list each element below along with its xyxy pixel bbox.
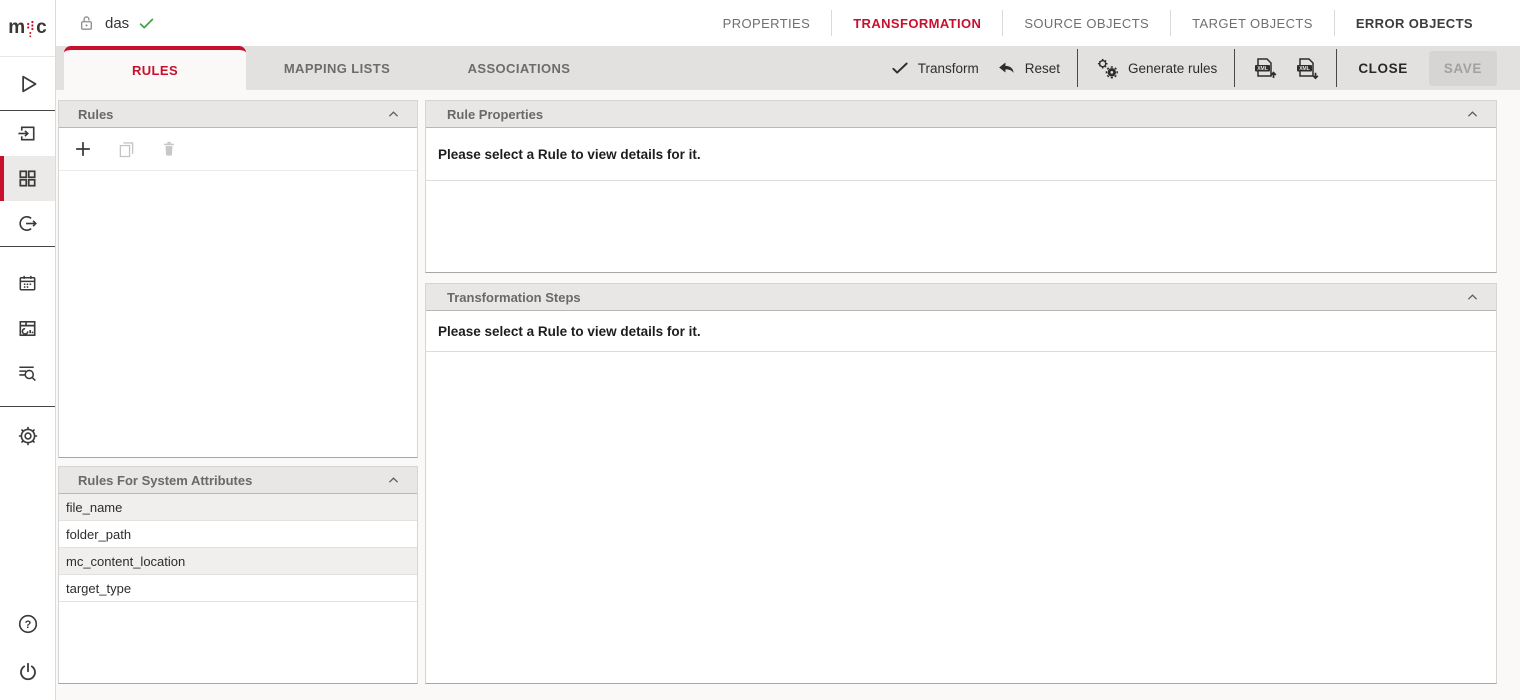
tab-associations[interactable]: ASSOCIATIONS [428, 46, 610, 90]
collapse-chevron-icon[interactable] [1465, 107, 1480, 122]
reset-label: Reset [1025, 61, 1060, 76]
rule-properties-header: Rule Properties [426, 101, 1496, 128]
tab-mapping-lists[interactable]: MAPPING LISTS [246, 46, 428, 90]
svg-text:XML: XML [1300, 66, 1311, 72]
transform-button[interactable]: Transform [890, 58, 979, 78]
system-attributes-title: Rules For System Attributes [78, 473, 252, 488]
import-xml-button[interactable]: XML [1252, 56, 1277, 80]
transformation-steps-title: Transformation Steps [447, 290, 581, 305]
toolbar: Transform Reset Generate rules XML XML C… [890, 46, 1520, 90]
xml-upload-icon: XML [1252, 56, 1277, 80]
rules-panel-title: Rules [78, 107, 113, 122]
logo-dots-icon [26, 17, 35, 39]
tab-transformation[interactable]: TRANSFORMATION [831, 10, 1002, 36]
svg-text:?: ? [24, 619, 31, 631]
tab-properties[interactable]: PROPERTIES [702, 10, 832, 36]
sidebar-item-overview[interactable] [0, 156, 55, 201]
export-xml-button[interactable]: XML [1294, 56, 1319, 80]
lock-icon [76, 13, 97, 34]
gear-icon [16, 424, 40, 448]
dashboard-icon [16, 317, 39, 340]
toolbar-divider [1336, 49, 1337, 87]
toolbar-row: RULES MAPPING LISTS ASSOCIATIONS Transfo… [56, 46, 1520, 90]
app-logo: m c [0, 0, 55, 57]
rules-actions-toolbar [59, 128, 417, 171]
sign-out-icon [16, 212, 39, 235]
toolbar-divider [1077, 49, 1078, 87]
save-button[interactable]: SAVE [1429, 51, 1497, 86]
help-icon: ? [16, 612, 40, 636]
generate-rules-button[interactable]: Generate rules [1095, 57, 1217, 80]
list-item[interactable]: folder_path [59, 521, 417, 548]
generate-rules-label: Generate rules [1128, 61, 1217, 76]
calendar-icon [16, 272, 39, 295]
grid-icon [16, 167, 39, 190]
undo-arrow-icon [996, 58, 1017, 79]
valid-check-icon [137, 14, 156, 33]
list-item[interactable]: mc_content_location [59, 548, 417, 575]
collapse-chevron-icon[interactable] [386, 473, 401, 488]
sign-in-icon [16, 122, 39, 145]
system-attributes-list: file_name folder_path mc_content_locatio… [59, 494, 417, 602]
delete-rule-button[interactable] [155, 135, 183, 163]
transformation-steps-panel: Transformation Steps Please select a Rul… [425, 283, 1497, 684]
system-attributes-header: Rules For System Attributes [59, 467, 417, 494]
tab-rules[interactable]: RULES [64, 46, 246, 90]
transformation-steps-empty-message: Please select a Rule to view details for… [426, 311, 1496, 352]
sidebar-item-scheduler[interactable] [0, 261, 55, 306]
list-item[interactable]: file_name [59, 494, 417, 521]
svg-text:XML: XML [1258, 66, 1269, 72]
sidebar-item-logs[interactable] [0, 351, 55, 396]
logo-letter-left: m [8, 17, 25, 39]
xml-download-icon: XML [1294, 56, 1319, 80]
sidebar-item-settings[interactable] [0, 413, 55, 459]
reset-button[interactable]: Reset [996, 58, 1060, 79]
sidebar-item-export[interactable] [0, 201, 55, 246]
play-icon [15, 71, 41, 97]
tab-target-objects[interactable]: TARGET OBJECTS [1170, 10, 1334, 36]
rule-properties-empty-message: Please select a Rule to view details for… [426, 128, 1496, 181]
system-attributes-panel: Rules For System Attributes file_name fo… [58, 466, 418, 684]
add-rule-button[interactable] [69, 135, 97, 163]
sidebar-item-logout[interactable] [0, 646, 55, 698]
copy-rule-button[interactable] [112, 135, 140, 163]
sidebar-item-reports[interactable] [0, 306, 55, 351]
sidebar: m c ? [0, 0, 56, 700]
rules-panel: Rules [58, 100, 418, 458]
gears-icon [1095, 57, 1120, 80]
transform-label: Transform [918, 61, 979, 76]
toolbar-divider [1234, 49, 1235, 87]
list-search-icon [16, 362, 39, 385]
rule-properties-panel: Rule Properties Please select a Rule to … [425, 100, 1497, 273]
tab-error-objects[interactable]: ERROR OBJECTS [1334, 10, 1494, 36]
rule-properties-title: Rule Properties [447, 107, 543, 122]
document-name: das [105, 15, 129, 32]
collapse-chevron-icon[interactable] [386, 107, 401, 122]
power-icon [16, 660, 40, 684]
sidebar-item-import[interactable] [0, 111, 55, 156]
main-tabs: PROPERTIES TRANSFORMATION SOURCE OBJECTS… [702, 10, 1520, 36]
top-bar: das PROPERTIES TRANSFORMATION SOURCE OBJ… [56, 0, 1520, 46]
transformation-steps-header: Transformation Steps [426, 284, 1496, 311]
close-button[interactable]: CLOSE [1354, 55, 1412, 82]
check-icon [890, 58, 910, 78]
collapse-chevron-icon[interactable] [1465, 290, 1480, 305]
sidebar-item-run[interactable] [0, 57, 55, 110]
list-item[interactable]: target_type [59, 575, 417, 602]
rules-panel-header: Rules [59, 101, 417, 128]
sidebar-item-help[interactable]: ? [0, 602, 55, 646]
document-info: das [56, 13, 156, 34]
logo-letter-right: c [36, 17, 47, 39]
sub-tabs: RULES MAPPING LISTS ASSOCIATIONS [64, 46, 610, 90]
content-area: Rules Rules For System Attributes file_n… [56, 90, 1520, 700]
tab-source-objects[interactable]: SOURCE OBJECTS [1002, 10, 1170, 36]
